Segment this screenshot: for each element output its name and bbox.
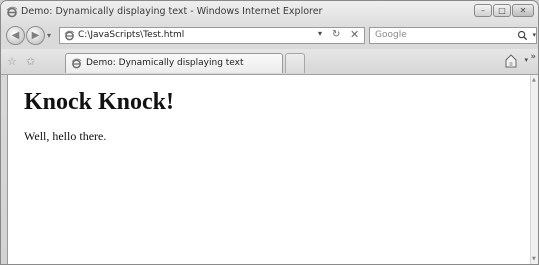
add-favorites-icon[interactable]: ✩ [26, 55, 35, 68]
home-icon[interactable] [504, 53, 518, 69]
page-heading: Knock Knock! [24, 89, 175, 115]
recent-pages-dropdown[interactable]: ▾ [47, 31, 51, 40]
vertical-scrollbar[interactable]: ▲ ▼ [530, 75, 538, 264]
search-icon[interactable] [517, 30, 528, 41]
page-content: Knock Knock! Well, hello there. [7, 75, 532, 264]
navigation-bar: ◀ ▶ ▾ C:\JavaScripts\Test.html ▾ ↻ ✕ Goo… [1, 23, 538, 49]
tab-active[interactable]: Demo: Dynamically displaying text [65, 53, 283, 73]
window-title: Demo: Dynamically displaying text - Wind… [21, 6, 323, 17]
back-button[interactable]: ◀ [6, 26, 25, 45]
scroll-up-icon[interactable]: ▲ [532, 77, 536, 83]
ie-logo-icon [64, 30, 75, 41]
tab-label: Demo: Dynamically displaying text [86, 58, 244, 68]
minimize-button[interactable]: – [474, 4, 492, 17]
close-button[interactable]: ✕ [512, 4, 534, 17]
favorites-star-icon[interactable]: ☆ [7, 55, 17, 68]
search-box[interactable]: Google ▾ [369, 27, 537, 44]
stop-button[interactable]: ✕ [350, 28, 359, 41]
ie-logo-icon [71, 58, 82, 69]
ie-logo-icon [6, 6, 18, 18]
page-paragraph: Well, hello there. [24, 129, 107, 143]
refresh-button[interactable]: ↻ [332, 29, 340, 40]
new-tab-button[interactable] [285, 53, 305, 73]
maximize-button[interactable]: □ [493, 4, 511, 17]
home-dropdown[interactable]: ▾ [524, 56, 528, 64]
search-input[interactable]: Google [375, 30, 407, 40]
search-options-dropdown[interactable]: ▾ [532, 31, 536, 39]
caption-buttons: – □ ✕ [474, 4, 534, 17]
forward-button[interactable]: ▶ [26, 26, 45, 45]
browser-window: Demo: Dynamically displaying text - Wind… [0, 0, 539, 265]
more-toolbar-icon[interactable]: » [530, 52, 536, 62]
address-dropdown[interactable]: ▾ [318, 29, 322, 38]
scroll-down-icon[interactable]: ▼ [532, 256, 536, 262]
tab-bar: ☆ ✩ Demo: Dynamically displaying text ▾ … [1, 49, 538, 75]
address-text[interactable]: C:\JavaScripts\Test.html [78, 30, 184, 40]
address-bar[interactable]: C:\JavaScripts\Test.html ▾ ↻ ✕ [59, 27, 365, 44]
title-bar: Demo: Dynamically displaying text - Wind… [1, 1, 538, 23]
